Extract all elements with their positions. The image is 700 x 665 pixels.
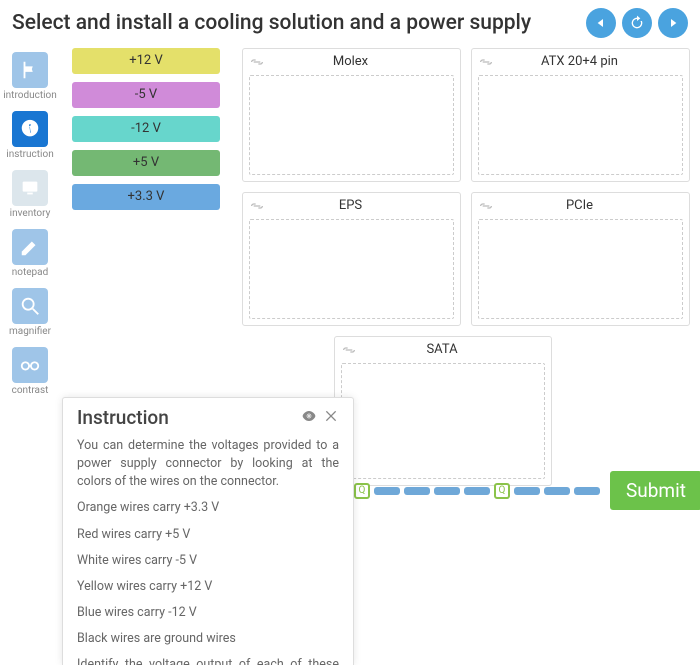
- sidebar-item-label: magnifier: [9, 326, 51, 337]
- link-icon: [249, 200, 265, 212]
- instruction-line: Black wires are ground wires: [77, 630, 339, 648]
- voltage-chip-list: +12 V -5 V -12 V +5 V +3.3 V: [72, 48, 220, 210]
- glasses-icon: [12, 347, 48, 383]
- close-icon[interactable]: [323, 408, 339, 428]
- triangle-right-icon: [665, 15, 681, 31]
- sidebar-item-label: notepad: [12, 267, 49, 278]
- progress-segment: [404, 487, 430, 495]
- nav-buttons: [586, 8, 688, 38]
- sidebar-item-notepad[interactable]: notepad: [12, 229, 49, 278]
- pencil-icon: [12, 229, 48, 265]
- progress-segment: [434, 487, 460, 495]
- progress-bar: Q Q: [354, 483, 600, 499]
- monitor-icon: [12, 170, 48, 206]
- drop-zone-atx[interactable]: ATX 20+4 pin: [471, 48, 690, 182]
- drop-zone-molex[interactable]: Molex: [242, 48, 461, 182]
- instruction-body: You can determine the voltages provided …: [77, 437, 339, 665]
- header: Select and install a cooling solution an…: [0, 0, 700, 42]
- prev-button[interactable]: [586, 8, 616, 38]
- progress-marker-icon: Q: [494, 483, 510, 499]
- voltage-chip[interactable]: -5 V: [72, 82, 220, 108]
- page-title: Select and install a cooling solution an…: [12, 11, 531, 35]
- progress-segment: [374, 487, 400, 495]
- drop-zone-inner[interactable]: [249, 75, 454, 175]
- instruction-panel: Instruction You can determine the voltag…: [62, 397, 354, 665]
- triangle-left-icon: [593, 15, 609, 31]
- instruction-title: Instruction: [77, 406, 301, 429]
- voltage-chip[interactable]: +12 V: [72, 48, 220, 74]
- voltage-chip[interactable]: +5 V: [72, 150, 220, 176]
- reload-button[interactable]: [622, 8, 652, 38]
- instruction-line: Red wires carry +5 V: [77, 526, 339, 544]
- drop-zone-inner[interactable]: [341, 363, 545, 479]
- submit-button[interactable]: Submit: [610, 471, 700, 510]
- drop-zone-label: SATA: [357, 342, 545, 357]
- bottom-bar: Q Q Submit: [354, 471, 680, 510]
- sidebar-item-magnifier[interactable]: magnifier: [9, 288, 51, 337]
- link-icon: [478, 200, 494, 212]
- flag-icon: [12, 52, 48, 88]
- drop-zone-pcie[interactable]: PCIe: [471, 192, 690, 326]
- next-button[interactable]: [658, 8, 688, 38]
- drop-zone-eps[interactable]: EPS: [242, 192, 461, 326]
- drop-zone-label: ATX 20+4 pin: [494, 54, 683, 69]
- sidebar-item-instruction[interactable]: i instruction: [6, 111, 53, 160]
- link-icon: [341, 344, 357, 356]
- drop-zone-inner[interactable]: [478, 219, 683, 319]
- sidebar-item-label: introduction: [3, 90, 57, 101]
- instruction-line: White wires carry -5 V: [77, 552, 339, 570]
- voltage-chip[interactable]: -12 V: [72, 116, 220, 142]
- search-icon: [12, 288, 48, 324]
- instruction-header: Instruction: [77, 406, 339, 429]
- drop-zone-inner[interactable]: [249, 219, 454, 319]
- drop-zone-sata[interactable]: SATA: [334, 336, 552, 486]
- sidebar-item-contrast[interactable]: contrast: [12, 347, 49, 396]
- sidebar-item-label: inventory: [10, 208, 51, 219]
- sidebar-item-inventory[interactable]: inventory: [10, 170, 51, 219]
- voltage-chip[interactable]: +3.3 V: [72, 184, 220, 210]
- instruction-line: Blue wires carry -12 V: [77, 604, 339, 622]
- sidebar-item-label: contrast: [12, 385, 49, 396]
- progress-marker-icon: Q: [354, 483, 370, 499]
- drop-zone-label: Molex: [265, 54, 454, 69]
- info-icon: i: [12, 111, 48, 147]
- link-icon: [249, 56, 265, 68]
- eye-icon[interactable]: [301, 408, 317, 428]
- svg-text:i: i: [28, 121, 32, 140]
- reload-icon: [629, 15, 645, 31]
- progress-segment: [544, 487, 570, 495]
- drop-zone-label: EPS: [265, 198, 454, 213]
- link-icon: [478, 56, 494, 68]
- progress-segment: [514, 487, 540, 495]
- instruction-line: Yellow wires carry +12 V: [77, 578, 339, 596]
- drop-zone-inner[interactable]: [478, 75, 683, 175]
- drop-zone-label: PCIe: [494, 198, 683, 213]
- sidebar-item-label: instruction: [6, 149, 53, 160]
- sidebar: introduction i instruction inventory not…: [0, 46, 60, 665]
- progress-segment: [574, 487, 600, 495]
- instruction-intro: You can determine the voltages provided …: [77, 437, 339, 491]
- instruction-line: Orange wires carry +3.3 V: [77, 499, 339, 517]
- sidebar-item-introduction[interactable]: introduction: [3, 52, 57, 101]
- instruction-identify: Identify the voltage output of each of t…: [77, 656, 339, 665]
- progress-segment: [464, 487, 490, 495]
